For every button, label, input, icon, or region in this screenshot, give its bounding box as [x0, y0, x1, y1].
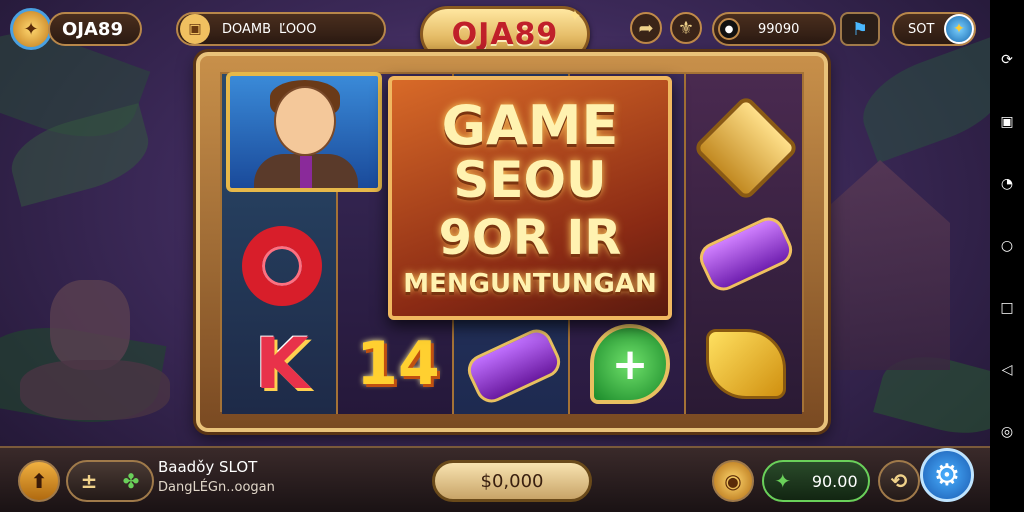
ring-symbol	[228, 214, 336, 318]
game-title-block: Baadǒy SLOT DangLÉGn..oogan	[158, 458, 275, 495]
back-icon[interactable]: ◁	[999, 362, 1015, 378]
back-arrow-icon[interactable]: ➦	[630, 12, 662, 44]
balance-value: 99090	[758, 21, 800, 37]
settings-spin-button[interactable]: ⚙	[920, 448, 974, 502]
purple-bar-symbol	[692, 202, 800, 306]
bottom-bar: ⬆ ± ✤ Baadǒy SLOT DangLÉGn..oogan $0,000…	[0, 446, 990, 512]
win-star-icon: ✦	[774, 469, 792, 493]
screen-rotate-icon[interactable]: ⟳	[999, 52, 1015, 68]
banner-line-1: GAME	[441, 93, 619, 157]
game-subtitle: DangLÉGn..oogan	[158, 480, 275, 495]
coin-icon[interactable]: ✦	[10, 8, 52, 50]
bet-value: $0,000	[480, 470, 544, 492]
stone-block	[20, 360, 170, 420]
game-value: ĽOOO	[279, 21, 317, 37]
banner-line-3: 9OR IR	[438, 209, 622, 266]
brand-pill: OJA89	[48, 12, 142, 46]
fourteen-symbol: 14	[344, 312, 452, 416]
game-title: Baadǒy SLOT	[158, 458, 258, 476]
bet-amount[interactable]: $0,000	[432, 460, 592, 502]
banner-line-4: MENGUNTUNGAN	[403, 269, 657, 300]
compass-icon[interactable]: ✦	[944, 14, 974, 44]
stone-statue	[50, 280, 130, 370]
fleur-icon[interactable]: ⚜	[670, 12, 702, 44]
banana-symbol	[692, 312, 800, 416]
win-value: 90.00	[811, 471, 858, 491]
gold-badge-symbol	[692, 94, 800, 202]
up-arrow-icon: ⬆	[30, 469, 48, 493]
brand-label: OJA89	[62, 18, 123, 40]
coin-small-icon: ●	[718, 18, 740, 40]
coin-button[interactable]: ◉	[712, 460, 754, 502]
top-bar: ✦ OJA89 DOAMB ĽOOO ▣ OJA89 ✦ ➦ ⚜ 99090 ●…	[0, 0, 990, 62]
fourteen-symbol-text: 14	[356, 329, 440, 399]
autoplay-button[interactable]: ⟲	[878, 460, 920, 502]
record-icon[interactable]: ◔	[999, 176, 1015, 192]
logo-text: OJA89	[451, 16, 559, 52]
win-display: ✦ 90.00	[762, 460, 870, 502]
jungle-hut	[810, 160, 950, 370]
star-icon: ✦	[568, 5, 582, 25]
slot-label: SOT	[908, 21, 935, 37]
k-symbol: K	[228, 312, 336, 416]
clover-icon: ✤	[122, 469, 140, 493]
assist-icon[interactable]: ◎	[999, 424, 1015, 440]
banner-line-2: SEOU	[453, 151, 607, 210]
bet-adjust-label: ±	[80, 469, 98, 493]
settings-icon: ⚙	[933, 457, 961, 493]
home-icon[interactable]: ○	[999, 238, 1015, 254]
game-label: DOAMB	[222, 21, 272, 37]
up-arrow-button[interactable]: ⬆	[18, 460, 60, 502]
screenshot-icon[interactable]: ▣	[999, 114, 1015, 130]
k-symbol-text: K	[254, 323, 310, 405]
promo-banner: GAME SEOU 9OR IR MENGUNTUNGAN	[388, 76, 672, 320]
system-nav-strip: ⟳ ▣ ◔ ○ □ ◁ ◎	[990, 0, 1024, 512]
bet-adjust-button[interactable]: ± ✤	[66, 460, 154, 502]
ticket-icon: ▣	[180, 14, 210, 44]
flag-icon[interactable]: ⚑	[840, 12, 880, 46]
recents-icon[interactable]: □	[999, 300, 1015, 316]
purple-bar-symbol	[460, 314, 568, 418]
plus-symbol-text: +	[611, 338, 649, 390]
plus-gem-symbol: +	[576, 312, 684, 416]
character-portrait	[226, 72, 382, 192]
